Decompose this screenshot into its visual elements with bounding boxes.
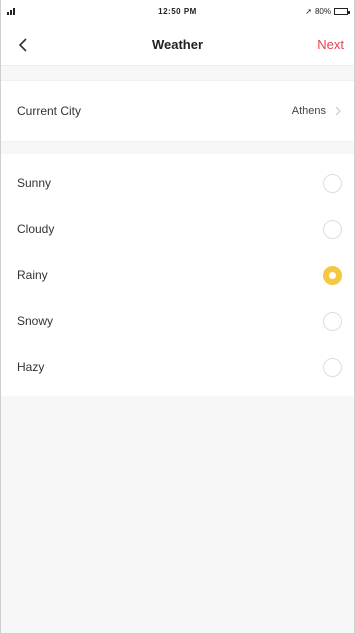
page-title: Weather (151, 37, 204, 52)
phone-screen: 12:50 PM ➚ 80% Weather Next Current City… (0, 0, 355, 634)
status-right: ➚ 80% (305, 7, 350, 16)
weather-option-sunny[interactable]: Sunny (1, 160, 354, 206)
status-bar: 12:50 PM ➚ 80% (1, 0, 354, 24)
weather-option-label: Hazy (17, 360, 45, 374)
battery-percent: 80% (314, 7, 331, 16)
weather-option-label: Cloudy (17, 222, 55, 236)
current-city-row[interactable]: Current City Athens (1, 80, 354, 142)
radio-unchecked-icon[interactable] (323, 219, 342, 239)
location-icon: ➚ (305, 7, 312, 16)
current-city-label: Current City (17, 104, 82, 118)
list-padding (1, 390, 354, 396)
radio-unchecked-icon[interactable] (323, 357, 342, 377)
weather-option-rainy[interactable]: Rainy (1, 252, 354, 298)
current-city-value: Athens (291, 105, 326, 117)
chevron-right-icon (335, 106, 341, 116)
weather-option-label: Snowy (17, 314, 54, 328)
radio-checked-icon[interactable] (323, 265, 342, 285)
weather-option-snowy[interactable]: Snowy (1, 298, 354, 344)
weather-option-label: Sunny (17, 176, 52, 190)
radio-unchecked-icon[interactable] (323, 173, 342, 193)
radio-dot-icon (329, 271, 336, 279)
weather-option-list: Sunny Cloudy Rainy Snowy Hazy (1, 154, 354, 396)
nav-bar: Weather Next (1, 24, 354, 66)
weather-option-cloudy[interactable]: Cloudy (1, 206, 354, 252)
weather-option-label: Rainy (17, 268, 48, 282)
next-button[interactable]: Next (317, 37, 344, 52)
current-city-value-group: Athens (292, 105, 342, 117)
status-time: 12:50 PM (158, 7, 197, 16)
section-gap (1, 66, 354, 80)
battery-icon (334, 8, 350, 15)
weather-option-hazy[interactable]: Hazy (1, 344, 354, 390)
section-gap (1, 142, 354, 154)
radio-unchecked-icon[interactable] (323, 311, 342, 331)
